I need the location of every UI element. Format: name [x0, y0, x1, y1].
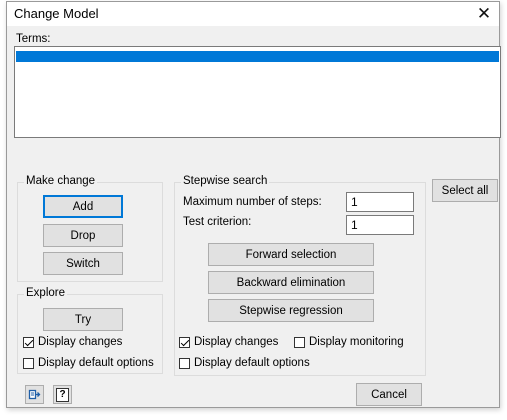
- switch-button[interactable]: Switch: [43, 252, 123, 275]
- save-defaults-button[interactable]: [25, 385, 44, 404]
- backward-elimination-button[interactable]: Backward elimination: [208, 271, 374, 294]
- add-button[interactable]: Add: [43, 195, 123, 218]
- cancel-button[interactable]: Cancel: [356, 383, 422, 406]
- stepwise-display-changes-checkbox[interactable]: Display changes: [179, 336, 278, 348]
- test-criterion-label: Test criterion:: [183, 216, 252, 228]
- save-defaults-icon: [28, 389, 41, 400]
- drop-button[interactable]: Drop: [43, 224, 123, 247]
- terms-listbox[interactable]: [14, 46, 501, 138]
- explore-title: Explore: [24, 287, 67, 299]
- display-monitoring-checkbox[interactable]: Display monitoring: [294, 336, 404, 348]
- help-icon: ?: [56, 387, 69, 402]
- checkbox-unchecked-icon: [179, 357, 190, 369]
- stepwise-search-title: Stepwise search: [181, 175, 270, 187]
- explore-display-changes-label: Display changes: [38, 336, 123, 348]
- window-title: Change Model: [14, 6, 99, 21]
- stepwise-display-default-options-label: Display default options: [194, 357, 310, 369]
- try-button[interactable]: Try: [43, 308, 123, 331]
- change-model-dialog: Change Model ✕ Terms: Make change Add Dr…: [6, 1, 501, 408]
- checkbox-unchecked-icon: [294, 336, 305, 348]
- test-criterion-input[interactable]: 1: [346, 215, 414, 235]
- max-steps-label: Maximum number of steps:: [183, 196, 322, 208]
- close-icon[interactable]: ✕: [469, 2, 499, 26]
- stepwise-regression-button[interactable]: Stepwise regression: [208, 299, 374, 322]
- explore-display-default-options-checkbox[interactable]: Display default options: [23, 357, 154, 369]
- checkbox-unchecked-icon: [23, 357, 34, 369]
- checkbox-checked-icon: [179, 336, 190, 348]
- help-button[interactable]: ?: [53, 385, 72, 404]
- max-steps-input[interactable]: 1: [346, 192, 414, 212]
- select-all-button[interactable]: Select all: [432, 179, 498, 202]
- forward-selection-button[interactable]: Forward selection: [208, 243, 374, 266]
- make-change-title: Make change: [24, 175, 98, 187]
- explore-display-changes-checkbox[interactable]: Display changes: [23, 336, 122, 348]
- stepwise-display-default-options-checkbox[interactable]: Display default options: [179, 357, 310, 369]
- title-bar: Change Model ✕: [7, 2, 499, 26]
- display-monitoring-label: Display monitoring: [309, 336, 404, 348]
- terms-label: Terms:: [16, 33, 51, 45]
- checkbox-checked-icon: [23, 336, 34, 348]
- explore-display-default-options-label: Display default options: [38, 357, 154, 369]
- terms-selected-row[interactable]: [16, 51, 499, 62]
- stepwise-display-changes-label: Display changes: [194, 336, 279, 348]
